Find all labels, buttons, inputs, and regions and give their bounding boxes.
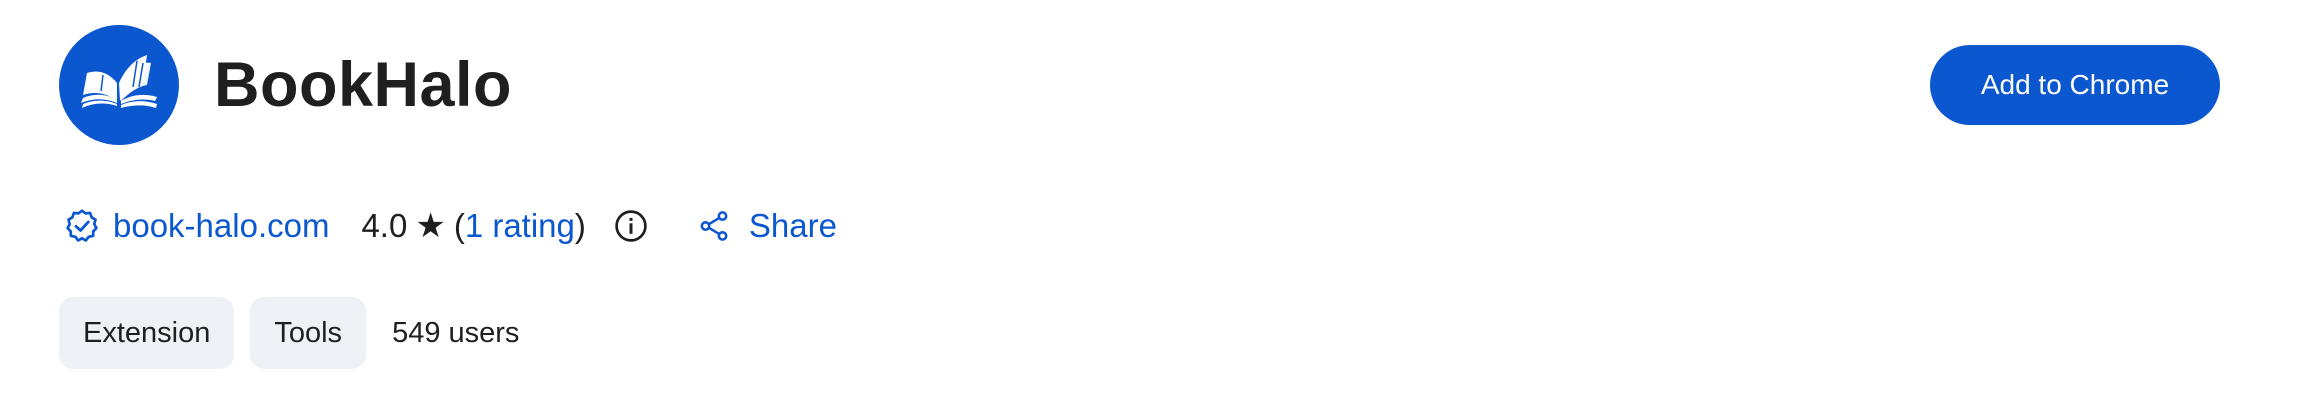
rating-open-paren: ( — [453, 207, 465, 244]
user-count: 549 users — [392, 316, 520, 349]
rating-info-button[interactable] — [613, 208, 649, 244]
rating-count-link[interactable]: 1 rating — [465, 207, 575, 245]
rating-close-paren: ) — [574, 207, 586, 244]
extension-tags-row: Extension Tools 549 users — [59, 297, 519, 369]
publisher-link[interactable]: book-halo.com — [64, 207, 329, 245]
publisher-domain: book-halo.com — [113, 207, 330, 244]
share-label: Share — [748, 207, 837, 244]
extension-header: BookHalo — [59, 25, 512, 145]
extension-logo — [59, 25, 179, 145]
verified-badge-icon — [66, 209, 98, 242]
add-to-chrome-button[interactable]: Add to Chrome — [1930, 45, 2220, 125]
star-icon: ★ — [415, 207, 446, 245]
info-icon — [615, 210, 647, 242]
rating-value: 4.0 — [361, 207, 408, 244]
subcategory-chip[interactable]: Tools — [250, 297, 367, 369]
share-button[interactable]: Share — [697, 207, 837, 245]
extension-title: BookHalo — [214, 50, 513, 120]
open-book-icon — [81, 55, 157, 108]
rating-summary: 4.0 ★ ( 1 rating ) — [361, 207, 585, 245]
extension-meta-row: book-halo.com 4.0 ★ ( 1 rating ) Share — [64, 198, 837, 254]
share-icon — [700, 211, 728, 241]
category-chip[interactable]: Extension — [59, 297, 235, 369]
